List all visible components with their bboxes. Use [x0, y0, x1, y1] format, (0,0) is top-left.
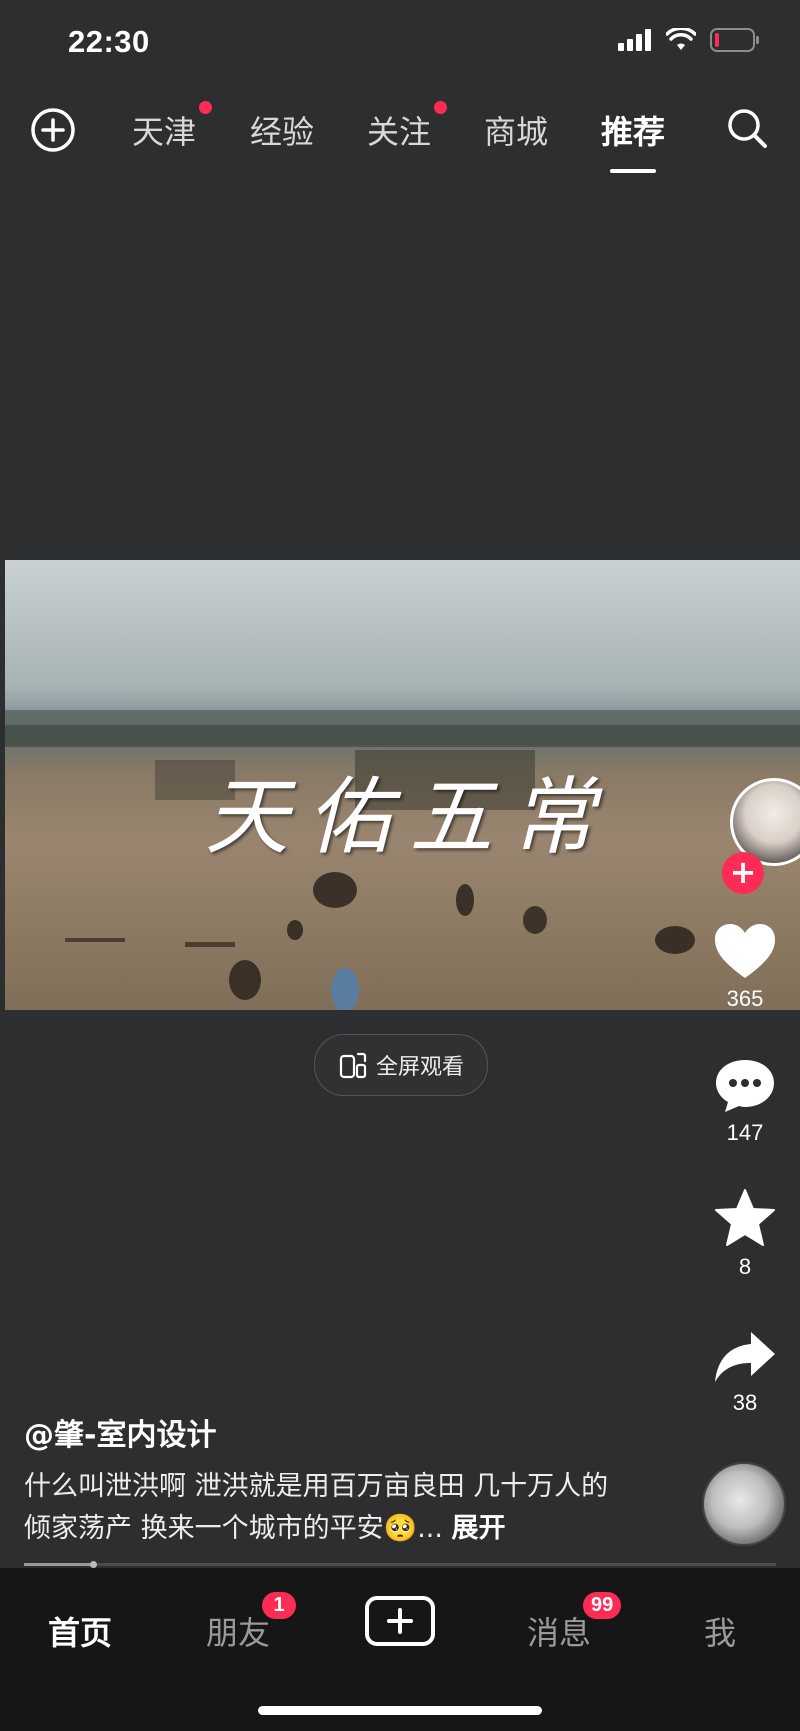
favorite-count: 8 — [738, 1254, 752, 1279]
signal-icon — [618, 29, 651, 51]
tab-experience[interactable]: 经验 — [250, 107, 314, 153]
progress-handle[interactable] — [90, 1561, 97, 1568]
active-tab-underline — [610, 169, 656, 173]
comment-icon — [716, 1060, 774, 1112]
battery-low-icon — [710, 28, 759, 52]
tab-tianjin[interactable]: 天津 — [132, 101, 213, 153]
video-player[interactable]: 天佑五常 — [5, 560, 800, 1010]
tab-label: 经验 — [250, 113, 315, 151]
status-icons — [618, 28, 760, 52]
notification-dot — [199, 101, 213, 114]
progress-fill — [24, 1563, 92, 1566]
tab-home[interactable]: 首页 — [48, 1608, 112, 1654]
tab-label: 推荐 — [601, 113, 666, 151]
post-caption: 什么叫泄洪啊 泄洪就是用百万亩良田 几十万人的倾家荡产 换来一个城市的平安🥺..… — [24, 1466, 624, 1550]
share-count: 38 — [732, 1390, 758, 1415]
tab-me[interactable]: 我 — [704, 1608, 736, 1654]
plus-icon — [387, 1608, 413, 1634]
comment-button[interactable]: 147 — [706, 1056, 784, 1146]
wifi-icon — [666, 28, 696, 50]
search-icon[interactable] — [724, 105, 770, 151]
heart-icon — [715, 924, 775, 978]
status-bar: 22:30 — [0, 0, 800, 90]
tab-label: 商城 — [484, 113, 549, 151]
home-indicator — [258, 1706, 542, 1715]
share-button[interactable]: 38 — [706, 1328, 784, 1416]
status-time: 22:30 — [68, 24, 150, 59]
author-name[interactable]: @肇-室内设计 — [24, 1410, 216, 1454]
tab-friends[interactable]: 朋友 1 — [206, 1592, 296, 1654]
fullscreen-button[interactable]: 全屏观看 — [314, 1034, 488, 1096]
share-arrow-icon — [715, 1332, 775, 1382]
friends-badge: 1 — [262, 1592, 296, 1619]
tab-label: 朋友 — [206, 1614, 271, 1652]
messages-badge: 99 — [583, 1592, 622, 1619]
tab-recommended[interactable]: 推荐 — [601, 107, 666, 173]
tab-label: 消息 — [527, 1614, 592, 1652]
music-disc-avatar[interactable] — [702, 1462, 786, 1546]
like-count: 365 — [726, 986, 764, 1011]
caption-text: 什么叫泄洪啊 泄洪就是用百万亩良田 几十万人的倾家荡产 换来一个城市的平安🥺..… — [24, 1471, 609, 1544]
rotate-screen-icon — [339, 1052, 367, 1079]
star-icon — [715, 1189, 775, 1246]
expand-link[interactable]: 展开 — [452, 1513, 506, 1544]
notification-dot — [434, 101, 448, 114]
playback-progress-bar[interactable] — [24, 1561, 776, 1568]
tab-label: 天津 — [132, 113, 197, 151]
tab-mall[interactable]: 商城 — [484, 107, 548, 153]
video-overlay-title: 天佑五常 — [205, 768, 614, 866]
create-button[interactable] — [365, 1596, 435, 1646]
top-nav: 天津 经验 关注 商城 推荐 — [0, 95, 800, 185]
comment-count: 147 — [726, 1120, 764, 1145]
tab-messages[interactable]: 消息 99 — [527, 1592, 622, 1654]
tab-following[interactable]: 关注 — [367, 101, 448, 153]
fullscreen-label: 全屏观看 — [375, 1055, 464, 1080]
like-button[interactable]: 365 — [706, 922, 784, 1012]
add-circle-icon[interactable] — [30, 107, 76, 153]
favorite-button[interactable]: 8 — [706, 1188, 784, 1280]
tab-label: 关注 — [367, 113, 432, 151]
follow-button[interactable]: + — [722, 852, 764, 894]
